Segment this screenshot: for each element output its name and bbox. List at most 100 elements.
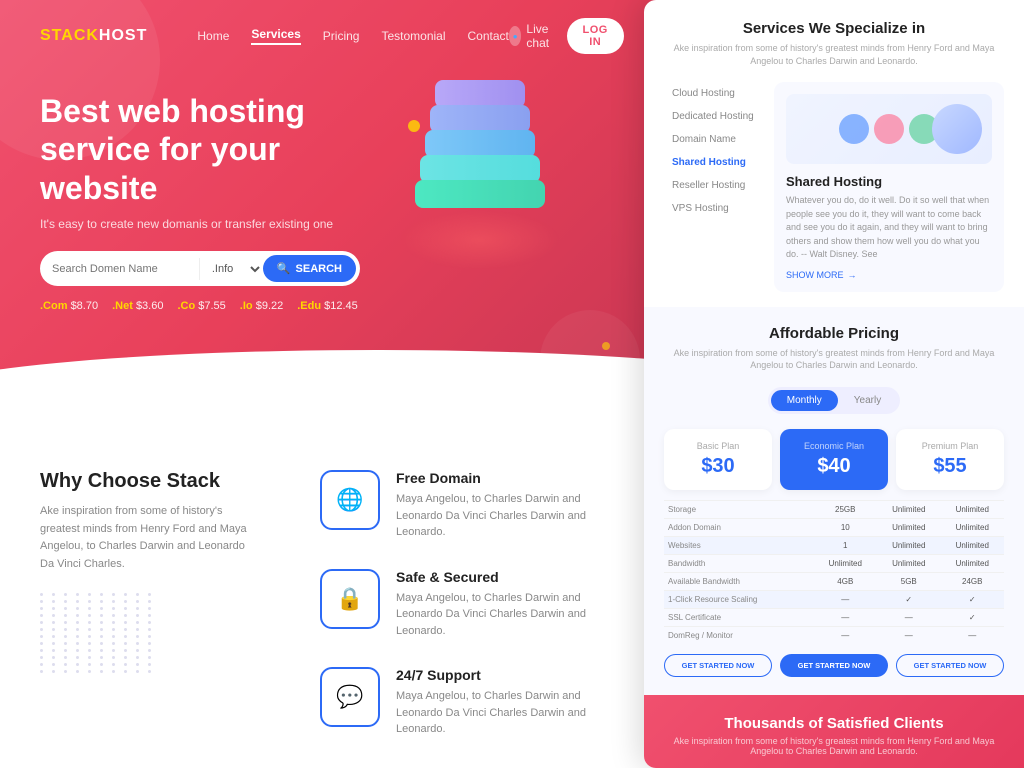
features-list: 🌐 Free Domain Maya Angelou, to Charles D…	[320, 470, 620, 766]
right-panel: Services We Specialize in Ake inspiratio…	[644, 0, 1024, 768]
services-section: Services We Specialize in Ake inspiratio…	[644, 0, 1024, 307]
hero-content: Best web hosting service for your websit…	[0, 72, 660, 312]
table-row: Available Bandwidth 4GB 5GB 24GB	[664, 572, 1004, 590]
testimonials-title: Thousands of Satisfied Clients	[664, 715, 1004, 732]
plan-premium-price: $55	[904, 455, 996, 478]
service-shared[interactable]: Shared Hosting	[664, 151, 764, 174]
row-val-1: —	[814, 626, 877, 644]
services-menu: Cloud Hosting Dedicated Hosting Domain N…	[664, 82, 764, 292]
plan-economic-name: Economic Plan	[788, 441, 880, 451]
service-reseller[interactable]: Reseller Hosting	[664, 174, 764, 197]
row-val-1: 25GB	[814, 500, 877, 518]
tld-co: .Co $7.55	[177, 300, 225, 312]
row-val-3: ✓	[941, 608, 1005, 626]
row-val-2: —	[877, 626, 940, 644]
tld-selector[interactable]: .Info .Com .Net	[199, 258, 263, 280]
pricing-subtitle: Ake inspiration from some of history's g…	[664, 347, 1004, 372]
service-active-desc: Whatever you do, do it well. Do it so we…	[786, 194, 992, 262]
plan-basic: Basic Plan $30	[664, 429, 772, 490]
nav-testimonial[interactable]: Testomonial	[381, 29, 445, 43]
dots-pattern: document.addEventListener('DOMContentLoa…	[40, 593, 260, 673]
service-dedicated[interactable]: Dedicated Hosting	[664, 105, 764, 128]
service-active-name: Shared Hosting	[786, 174, 992, 189]
tld-io: .Io $9.22	[240, 300, 283, 312]
search-button[interactable]: 🔍 SEARCH	[263, 255, 356, 282]
tab-monthly[interactable]: Monthly	[771, 390, 838, 411]
live-chat[interactable]: Live chat	[509, 22, 557, 50]
row-val-3: 24GB	[941, 572, 1005, 590]
hero-subtitle: It's easy to create new domanis or trans…	[40, 217, 620, 231]
row-val-1: —	[814, 608, 877, 626]
left-panel: STACKHOST Home Services Pricing Testomon…	[0, 0, 660, 768]
service-illustration	[786, 94, 992, 164]
tld-com: .Com $8.70	[40, 300, 98, 312]
plan-economic: Economic Plan $40	[780, 429, 888, 490]
row-val-2: Unlimited	[877, 500, 940, 518]
row-val-1: —	[814, 590, 877, 608]
testimonials-section: Thousands of Satisfied Clients Ake inspi…	[644, 695, 1024, 768]
row-label: Bandwidth	[664, 554, 814, 572]
feature-support: 💬 24/7 Support Maya Angelou, to Charles …	[320, 667, 620, 738]
search-icon: 🔍	[277, 262, 291, 275]
feature-text-1: Maya Angelou, to Charles Darwin and Leon…	[396, 491, 620, 541]
feature-text-2: Maya Angelou, to Charles Darwin and Leon…	[396, 590, 620, 640]
tld-prices: .Com $8.70 .Net $3.60 .Co $7.55 .Io $9.2…	[40, 300, 620, 312]
row-val-3: Unlimited	[941, 536, 1005, 554]
row-val-1: Unlimited	[814, 554, 877, 572]
row-label: SSL Certificate	[664, 608, 814, 626]
row-val-1: 10	[814, 518, 877, 536]
btn-premium[interactable]: GET STARTED NOW	[896, 654, 1004, 677]
support-icon: 💬	[320, 667, 380, 727]
table-row: Storage 25GB Unlimited Unlimited	[664, 500, 1004, 518]
btn-basic[interactable]: GET STARTED NOW	[664, 654, 772, 677]
row-val-1: 4GB	[814, 572, 877, 590]
row-label: 1-Click Resource Scaling	[664, 590, 814, 608]
login-button[interactable]: LOG IN	[567, 18, 624, 54]
row-val-3: Unlimited	[941, 554, 1005, 572]
why-choose-text: Ake inspiration from some of history's g…	[40, 503, 260, 573]
search-input[interactable]	[52, 263, 199, 275]
feature-safe-secured: 🔒 Safe & Secured Maya Angelou, to Charle…	[320, 569, 620, 640]
plan-buttons: GET STARTED NOW GET STARTED NOW GET STAR…	[664, 654, 1004, 677]
plan-basic-name: Basic Plan	[672, 441, 764, 451]
pricing-plans: Basic Plan $30 Economic Plan $40 Premium…	[664, 429, 1004, 490]
testimonials-subtitle: Ake inspiration from some of history's g…	[664, 736, 1004, 756]
service-domain[interactable]: Domain Name	[664, 128, 764, 151]
plan-economic-price: $40	[788, 455, 880, 478]
service-more-link[interactable]: SHOW MORE →	[786, 270, 992, 280]
btn-economic[interactable]: GET STARTED NOW	[780, 654, 888, 677]
hero-section: STACKHOST Home Services Pricing Testomon…	[0, 0, 660, 430]
hero-title: Best web hosting service for your websit…	[40, 92, 360, 207]
service-cloud[interactable]: Cloud Hosting	[664, 82, 764, 105]
hero-wave	[0, 350, 660, 430]
pricing-title: Affordable Pricing	[664, 325, 1004, 342]
feature-title-3: 24/7 Support	[396, 667, 620, 683]
nav-pricing[interactable]: Pricing	[323, 29, 360, 43]
plan-basic-price: $30	[672, 455, 764, 478]
why-choose: Why Choose Stack Ake inspiration from so…	[40, 470, 260, 766]
row-label: Available Bandwidth	[664, 572, 814, 590]
feature-free-domain: 🌐 Free Domain Maya Angelou, to Charles D…	[320, 470, 620, 541]
table-row: 1-Click Resource Scaling — ✓ ✓	[664, 590, 1004, 608]
row-val-3: Unlimited	[941, 518, 1005, 536]
row-label: DomReg / Monitor	[664, 626, 814, 644]
row-label: Storage	[664, 500, 814, 518]
row-label: Websites	[664, 536, 814, 554]
why-choose-title: Why Choose Stack	[40, 470, 260, 493]
nav-services[interactable]: Services	[251, 27, 300, 45]
plan-premium-name: Premium Plan	[904, 441, 996, 451]
pricing-tabs: Monthly Yearly	[768, 387, 900, 414]
row-val-2: 5GB	[877, 572, 940, 590]
row-val-2: Unlimited	[877, 536, 940, 554]
nav-home[interactable]: Home	[197, 29, 229, 43]
row-label: Addon Domain	[664, 518, 814, 536]
service-vps[interactable]: VPS Hosting	[664, 197, 764, 220]
navbar: STACKHOST Home Services Pricing Testomon…	[0, 0, 660, 72]
feature-title-1: Free Domain	[396, 470, 620, 486]
plan-premium: Premium Plan $55	[896, 429, 1004, 490]
row-val-2: Unlimited	[877, 554, 940, 572]
tab-yearly[interactable]: Yearly	[838, 390, 897, 411]
tld-net: .Net $3.60	[112, 300, 163, 312]
nav-contact[interactable]: Contact	[468, 29, 509, 43]
pricing-table: Storage 25GB Unlimited Unlimited Addon D…	[664, 500, 1004, 644]
